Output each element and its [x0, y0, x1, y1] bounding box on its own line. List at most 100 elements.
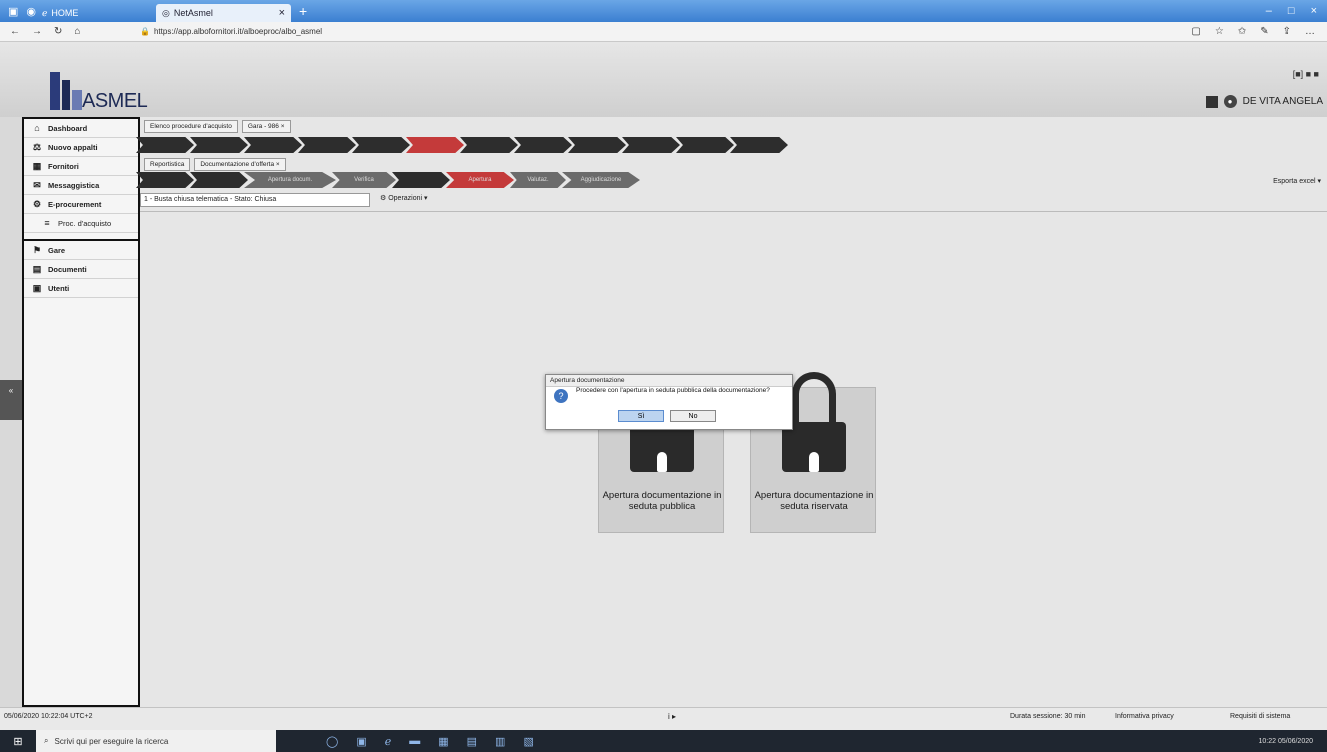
- tab-documentazione-offerta[interactable]: Documentazione d'offerta ×: [194, 158, 286, 171]
- workflow-step[interactable]: [676, 137, 734, 153]
- question-icon: ?: [554, 389, 568, 403]
- status-datetime: 05/06/2020 10:22:04 UTC+2: [4, 713, 93, 720]
- sidebar-item-label: E-procurement: [48, 199, 102, 209]
- user-menu[interactable]: ● DE VITA ANGELA: [1205, 95, 1323, 108]
- workflow-step-active[interactable]: [406, 137, 464, 153]
- yes-button[interactable]: Sì: [618, 410, 664, 422]
- browser-tab-icons: ▣ ◉: [0, 5, 36, 18]
- edge-icon[interactable]: ℯ: [385, 735, 392, 748]
- maximize-button[interactable]: □: [1288, 5, 1295, 17]
- tab-home[interactable]: ℯ HOME: [36, 4, 156, 22]
- procedure-tabs: Elenco procedure d'acquisto Gara - 986 ×: [144, 120, 291, 133]
- search-icon: ⌕: [44, 736, 49, 745]
- tab-reportistica[interactable]: Reportistica: [144, 158, 191, 171]
- workflow-step[interactable]: [244, 137, 302, 153]
- more-icon[interactable]: …: [1305, 26, 1315, 37]
- sidebar-item-nuovo-appalti[interactable]: ⚖ Nuovo appalti: [24, 138, 138, 157]
- evaluation-steps: Apertura docum. Verifica Apertura Valuta…: [136, 172, 640, 188]
- reading-view-icon[interactable]: ▢: [1191, 26, 1200, 37]
- app-icon[interactable]: ▣: [356, 735, 366, 748]
- evaluation-step[interactable]: Verifica: [332, 172, 396, 188]
- evaluation-step-active[interactable]: Apertura: [446, 172, 514, 188]
- app-icon[interactable]: ▧: [523, 735, 533, 748]
- tab-elenco-procedure[interactable]: Elenco procedure d'acquisto: [144, 120, 238, 133]
- status-bar: 05/06/2020 10:22:04 UTC+2 i ▸ Durata ses…: [0, 707, 1327, 730]
- app-icon[interactable]: ▤: [467, 735, 477, 748]
- favorite-star-icon[interactable]: ☆: [1215, 26, 1224, 37]
- tab-netasmel[interactable]: ◎ NetAsmel ×: [156, 4, 292, 22]
- sidebar-item-gare[interactable]: ⚑ Gare: [24, 241, 138, 260]
- no-button[interactable]: No: [670, 410, 716, 422]
- folder-icon[interactable]: ▬: [409, 735, 420, 748]
- back-icon[interactable]: ←: [10, 26, 20, 37]
- refresh-icon[interactable]: ↻: [54, 26, 62, 37]
- task-view-icon[interactable]: ◯: [326, 735, 338, 748]
- tab-netasmel-label: NetAsmel: [173, 8, 213, 18]
- evaluation-step[interactable]: Aggiudicazione: [562, 172, 640, 188]
- document-icon: ▤: [32, 263, 42, 274]
- sidebar-item-documenti[interactable]: ▤ Documenti: [24, 260, 138, 279]
- sidebar-item-utenti[interactable]: ▣ Utenti: [24, 279, 138, 298]
- sidebar: ⌂ Dashboard ⚖ Nuovo appalti ▦ Fornitori …: [22, 117, 140, 707]
- privacy-link[interactable]: Informativa privacy: [1115, 713, 1174, 720]
- building-icon: ▦: [32, 160, 42, 171]
- envelope-select[interactable]: 1 - Busta chiusa telematica - Stato: Chi…: [140, 193, 370, 207]
- workflow-step[interactable]: [622, 137, 680, 153]
- forward-icon[interactable]: →: [32, 26, 42, 37]
- pen-icon[interactable]: ✎: [1260, 26, 1268, 37]
- url-field[interactable]: https://app.albofornitori.it/alboeproc/a…: [154, 27, 322, 36]
- app-icon[interactable]: ▥: [495, 735, 505, 748]
- tab-close-button[interactable]: ×: [279, 7, 285, 19]
- address-bar: ← → ↻ ⌂ 🔒 https://app.albofornitori.it/a…: [0, 22, 1327, 42]
- taskbar-search[interactable]: ⌕ Scrivi qui per eseguire la ricerca: [36, 730, 276, 752]
- page-icon: ◎: [162, 7, 170, 18]
- browser-toolbar-icons: ▢ ☆ ✩ ✎ ⇪ …: [1191, 26, 1327, 37]
- header-icons[interactable]: [■] ■ ■: [1293, 69, 1319, 79]
- store-icon[interactable]: ▦: [438, 735, 448, 748]
- taskbar-apps: ◯ ▣ ℯ ▬ ▦ ▤ ▥ ▧: [276, 735, 534, 748]
- tab-gara[interactable]: Gara - 986 ×: [241, 120, 291, 133]
- evaluation-step[interactable]: Apertura docum.: [244, 172, 336, 188]
- operations-menu[interactable]: ⚙ Operazioni ▾: [380, 194, 428, 202]
- workflow-step[interactable]: [730, 137, 788, 153]
- divider: [140, 211, 1327, 212]
- sidebar-item-fornitori[interactable]: ▦ Fornitori: [24, 157, 138, 176]
- home-icon[interactable]: ⌂: [74, 26, 80, 37]
- workflow-step[interactable]: [298, 137, 356, 153]
- evaluation-step[interactable]: Valutaz.: [510, 172, 566, 188]
- browser-tab-bar: ▣ ◉ ℯ HOME ◎ NetAsmel × + – □ ×: [0, 0, 1327, 22]
- sidebar-toggle-handle[interactable]: «: [0, 380, 22, 420]
- sidebar-item-label: Nuovo appalti: [48, 142, 98, 152]
- workflow-step[interactable]: [514, 137, 572, 153]
- favorites-icon[interactable]: ✩: [1238, 26, 1246, 37]
- windows-start-icon[interactable]: ⊞: [0, 735, 36, 748]
- sidebar-divider: [24, 233, 138, 241]
- sidebar-item-messaggistica[interactable]: ✉ Messaggistica: [24, 176, 138, 195]
- requirements-link[interactable]: Requisiti di sistema: [1230, 713, 1290, 720]
- workflow-step[interactable]: [190, 137, 248, 153]
- tab-actions-icon[interactable]: ▣: [8, 5, 18, 18]
- evaluation-step[interactable]: [190, 172, 248, 188]
- evaluation-step[interactable]: [136, 172, 194, 188]
- notification-icon[interactable]: [1205, 95, 1218, 108]
- lock-icon: 🔒: [140, 27, 150, 36]
- workflow-step[interactable]: [352, 137, 410, 153]
- sidebar-item-proc-acquisto[interactable]: ≡ Proc. d'acquisto: [24, 214, 138, 233]
- minimize-button[interactable]: –: [1266, 5, 1272, 17]
- gavel-icon: ⚑: [32, 244, 42, 255]
- export-excel-button[interactable]: Esporta excel ▾: [1273, 177, 1321, 185]
- sidebar-item-label: Utenti: [48, 283, 70, 293]
- share-icon[interactable]: ⇪: [1283, 26, 1291, 37]
- close-window-button[interactable]: ×: [1311, 5, 1317, 17]
- sidebar-item-dashboard[interactable]: ⌂ Dashboard: [24, 119, 138, 138]
- back-tabs-icon[interactable]: ◉: [26, 5, 36, 18]
- workflow-step[interactable]: [568, 137, 626, 153]
- message-icon: ✉: [33, 179, 41, 190]
- logo-text: ASMEL: [82, 90, 148, 112]
- workflow-step[interactable]: [136, 137, 194, 153]
- workflow-step[interactable]: [460, 137, 518, 153]
- sidebar-item-e-procurement[interactable]: ⚙ E-procurement: [24, 195, 138, 214]
- evaluation-step[interactable]: [392, 172, 450, 188]
- scale-icon: ⚖: [32, 141, 42, 152]
- new-tab-button[interactable]: +: [299, 3, 307, 19]
